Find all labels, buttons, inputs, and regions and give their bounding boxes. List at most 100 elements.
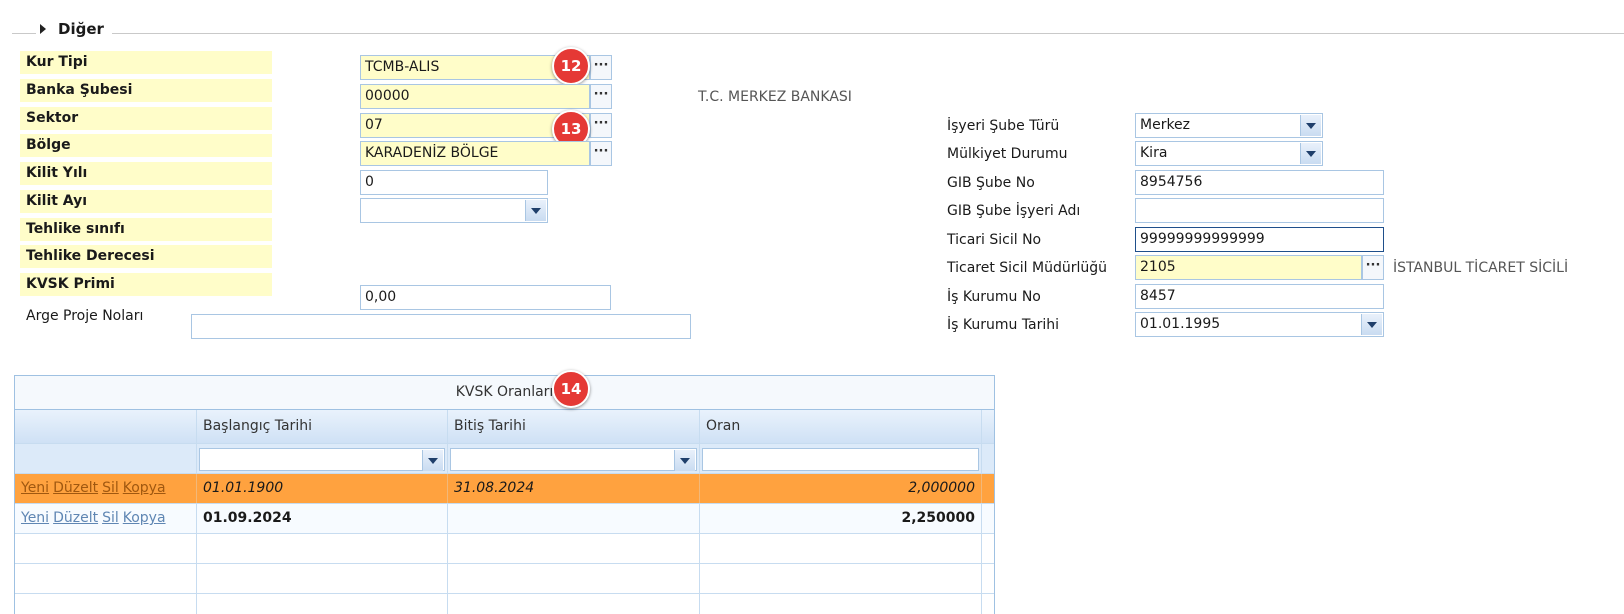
sube-turu-dropdown[interactable]: Merkez [1135, 113, 1323, 138]
label-is-kurumu-no: İş Kurumu No [947, 289, 1041, 305]
expand-caret-icon[interactable] [40, 24, 46, 34]
empty-cell [15, 594, 197, 614]
empty-row [15, 564, 994, 594]
column-header-baslangic[interactable]: Başlangıç Tarihi [197, 410, 448, 443]
chevron-down-icon[interactable] [1300, 115, 1321, 136]
ticari-sicil-input[interactable]: 99999999999999 [1135, 227, 1384, 252]
table-row[interactable]: Yeni Düzelt Sil Kopya 01.01.1900 31.08.2024… [15, 474, 994, 504]
chevron-down-icon[interactable] [1300, 143, 1321, 164]
empty-cell [197, 564, 448, 593]
cell-baslangic[interactable]: 01.01.1900 [197, 474, 448, 503]
grid-filter-row [15, 444, 994, 474]
label-sube-turu: İşyeri Şube Türü [947, 118, 1060, 134]
row-new-link[interactable]: Yeni [21, 510, 49, 526]
label-kur-tipi: Kur Tipi [20, 51, 272, 74]
kur-tipi-lookup-button[interactable]: ··· [590, 55, 612, 80]
banka-subesi-input[interactable]: 00000 [360, 84, 590, 109]
filter-cell-baslangic [197, 444, 448, 473]
label-kvsk-primi: KVSK Primi [20, 273, 272, 296]
label-sicil-mudurlugu: Ticaret Sicil Müdürlüğü [947, 260, 1107, 276]
cell-bitis[interactable]: 31.08.2024 [448, 474, 700, 503]
chevron-down-icon[interactable] [422, 450, 443, 471]
filter-oran-input[interactable] [702, 448, 979, 471]
label-arge-proje: Arge Proje Noları [26, 308, 144, 324]
column-header-bitis[interactable]: Bitiş Tarihi [448, 410, 700, 443]
gib-sube-no-input[interactable]: 8954756 [1135, 170, 1384, 195]
chevron-down-icon[interactable] [525, 200, 546, 221]
mulkiyet-dropdown[interactable]: Kira [1135, 141, 1323, 166]
cell-bitis[interactable] [448, 504, 700, 533]
row-new-link[interactable]: Yeni [21, 480, 49, 496]
row-copy-link[interactable]: Kopya [123, 510, 166, 526]
group-title: Diğer [58, 20, 104, 38]
label-ticari-sicil: Ticari Sicil No [947, 232, 1042, 248]
empty-cell [700, 594, 982, 614]
empty-cell [448, 594, 700, 614]
empty-row [15, 534, 994, 564]
empty-cell [700, 534, 982, 563]
label-bolge: Bölge [20, 134, 272, 157]
row-edit-link[interactable]: Düzelt [53, 510, 98, 526]
label-tehlike-sinifi: Tehlike sınıfı [20, 218, 272, 241]
kvsk-primi-input[interactable]: 0,00 [360, 285, 611, 310]
row-delete-link[interactable]: Sil [102, 480, 119, 496]
filter-cell-empty [15, 444, 197, 473]
kilit-yili-input[interactable]: 0 [360, 170, 548, 195]
empty-cell [15, 534, 197, 563]
row-edit-link[interactable]: Düzelt [53, 480, 98, 496]
row-delete-link[interactable]: Sil [102, 510, 119, 526]
table-row[interactable]: Yeni Düzelt Sil Kopya 01.09.2024 2,250000 [15, 504, 994, 534]
cell-baslangic[interactable]: 01.09.2024 [197, 504, 448, 533]
bolge-input[interactable]: KARADENİZ BÖLGE [360, 141, 590, 166]
cell-oran[interactable]: 2,250000 [700, 504, 982, 533]
label-kilit-ayi: Kilit Ayı [20, 190, 272, 213]
is-kurumu-tarihi-value: 01.01.1995 [1140, 316, 1221, 332]
arge-proje-input[interactable] [191, 314, 691, 339]
is-kurumu-no-input[interactable]: 8457 [1135, 284, 1384, 309]
grid-header-row: Başlangıç Tarihi Bitiş Tarihi Oran [15, 410, 994, 444]
group-header-diger[interactable]: Diğer [36, 20, 112, 38]
step-badge-12: 12 [552, 47, 590, 85]
row-actions: Yeni Düzelt Sil Kopya [15, 474, 197, 503]
group-divider [12, 33, 1624, 34]
label-tehlike-derecesi: Tehlike Derecesi [20, 245, 272, 268]
mulkiyet-value: Kira [1140, 145, 1168, 161]
kvsk-oranlari-grid: KVSK Oranları Başlangıç Tarihi Bitiş Tar… [14, 375, 995, 614]
filter-cell-bitis [448, 444, 700, 473]
empty-cell [700, 564, 982, 593]
filter-cell-oran [700, 444, 982, 473]
label-kilit-yili: Kilit Yılı [20, 162, 272, 185]
empty-row [15, 594, 994, 614]
label-sektor: Sektor [20, 107, 272, 130]
row-copy-link[interactable]: Kopya [123, 480, 166, 496]
empty-cell [197, 594, 448, 614]
calendar-dropdown-icon[interactable] [1361, 314, 1382, 335]
sektor-lookup-button[interactable]: ··· [590, 113, 612, 138]
label-mulkiyet: Mülkiyet Durumu [947, 146, 1068, 162]
banka-subesi-lookup-button[interactable]: ··· [590, 84, 612, 109]
label-is-kurumu-tarihi: İş Kurumu Tarihi [947, 317, 1060, 333]
column-header-oran[interactable]: Oran [700, 410, 982, 443]
filter-baslangic-dropdown[interactable] [199, 448, 445, 471]
chevron-down-icon[interactable] [674, 450, 695, 471]
kilit-ayi-dropdown[interactable] [360, 198, 548, 223]
is-kurumu-tarihi-dropdown[interactable]: 01.01.1995 [1135, 312, 1384, 337]
sicil-mudurlugu-input[interactable]: 2105 [1135, 255, 1362, 280]
sicil-mudurlugu-description: İSTANBUL TİCARET SİCİLİ [1393, 260, 1569, 276]
gib-isyeri-adi-input[interactable] [1135, 198, 1384, 223]
label-banka-subesi: Banka Şubesi [20, 79, 272, 102]
label-gib-isyeri-adi: GIB Şube İşyeri Adı [947, 203, 1081, 219]
sicil-mudurlugu-lookup-button[interactable]: ··· [1362, 255, 1384, 280]
empty-cell [448, 534, 700, 563]
grid-title: KVSK Oranları [15, 376, 994, 410]
row-actions: Yeni Düzelt Sil Kopya [15, 504, 197, 533]
banka-subesi-description: T.C. MERKEZ BANKASI [698, 89, 852, 105]
filter-bitis-dropdown[interactable] [450, 448, 697, 471]
cell-oran[interactable]: 2,000000 [700, 474, 982, 503]
sube-turu-value: Merkez [1140, 117, 1191, 133]
empty-cell [15, 564, 197, 593]
bolge-lookup-button[interactable]: ··· [590, 141, 612, 166]
empty-cell [197, 534, 448, 563]
step-badge-14: 14 [552, 370, 590, 408]
empty-cell [448, 564, 700, 593]
